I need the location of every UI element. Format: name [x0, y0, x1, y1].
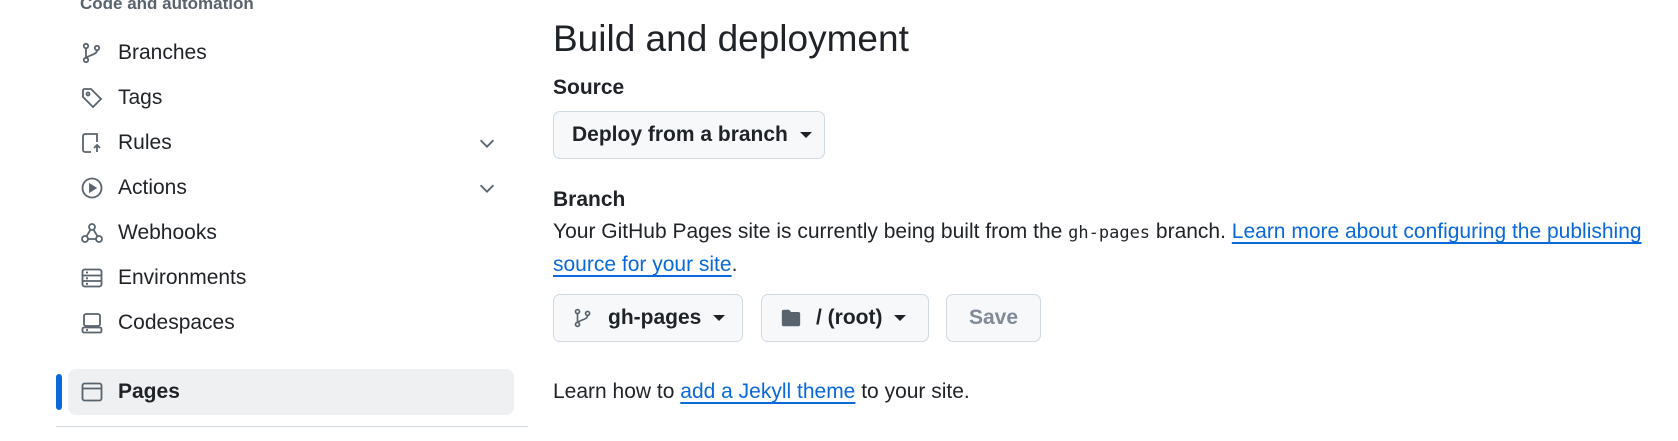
caret-down-icon — [894, 315, 907, 321]
sidebar-item-tags[interactable]: Tags — [68, 75, 514, 121]
sidebar-item-codespaces[interactable]: Codespaces — [68, 300, 514, 346]
tag-icon — [80, 86, 104, 110]
branch-description: Your GitHub Pages site is currently bein… — [553, 216, 1663, 281]
sidebar-divider — [56, 426, 528, 427]
footer-prefix: Learn how to — [553, 380, 675, 403]
git-branch-icon — [572, 307, 594, 329]
folder-icon — [780, 307, 802, 329]
webhook-icon — [80, 221, 104, 245]
branch-desc-prefix: Your GitHub Pages site is currently bein… — [553, 220, 1063, 243]
branch-select-label: gh-pages — [608, 306, 702, 329]
active-indicator — [56, 374, 62, 410]
server-icon — [80, 266, 104, 290]
sidebar-item-pages[interactable]: Pages — [68, 369, 514, 415]
settings-sidebar: Code and automation Branches Tags Rules … — [0, 0, 540, 441]
repo-push-icon — [80, 131, 104, 155]
sidebar-item-label: Branches — [118, 41, 207, 64]
branch-name-code: gh-pages — [1068, 223, 1151, 243]
source-dropdown[interactable]: Deploy from a branch — [553, 111, 825, 159]
source-dropdown-label: Deploy from a branch — [572, 123, 788, 146]
chevron-down-icon[interactable] — [476, 132, 498, 154]
sidebar-item-webhooks[interactable]: Webhooks — [68, 210, 514, 256]
sidebar-item-label: Rules — [118, 131, 172, 154]
sidebar-item-actions[interactable]: Actions — [68, 165, 514, 211]
sidebar-item-label: Actions — [118, 176, 187, 199]
page-title: Build and deployment — [553, 18, 909, 59]
sidebar-item-rules[interactable]: Rules — [68, 120, 514, 166]
sidebar-item-label: Environments — [118, 266, 247, 289]
sidebar-item-branches[interactable]: Branches — [68, 30, 514, 76]
jekyll-theme-link[interactable]: add a Jekyll theme — [680, 380, 855, 403]
branch-select[interactable]: gh-pages — [553, 294, 743, 342]
caret-down-icon — [713, 315, 726, 321]
git-branch-icon — [80, 41, 104, 65]
sidebar-item-label: Tags — [118, 86, 163, 109]
sidebar-item-label: Webhooks — [118, 221, 217, 244]
jekyll-theme-hint: Learn how to add a Jekyll theme to your … — [553, 380, 970, 404]
folder-select[interactable]: / (root) — [761, 294, 929, 342]
sidebar-item-label: Pages — [118, 380, 180, 403]
folder-select-label: / (root) — [816, 306, 883, 329]
save-button[interactable]: Save — [946, 294, 1041, 342]
footer-suffix: to your site. — [861, 380, 970, 403]
browser-icon — [80, 380, 104, 404]
source-label: Source — [553, 76, 625, 99]
sidebar-item-environments[interactable]: Environments — [68, 255, 514, 301]
chevron-down-icon[interactable] — [476, 177, 498, 199]
caret-down-icon — [799, 132, 812, 138]
branch-label: Branch — [553, 188, 626, 211]
branch-desc-suffix: branch. — [1155, 220, 1226, 243]
play-icon — [80, 176, 104, 200]
sidebar-section-heading: Code and automation — [80, 0, 254, 13]
sidebar-item-label: Codespaces — [118, 311, 235, 334]
desc-period: . — [731, 253, 738, 276]
codespaces-icon — [80, 311, 104, 335]
